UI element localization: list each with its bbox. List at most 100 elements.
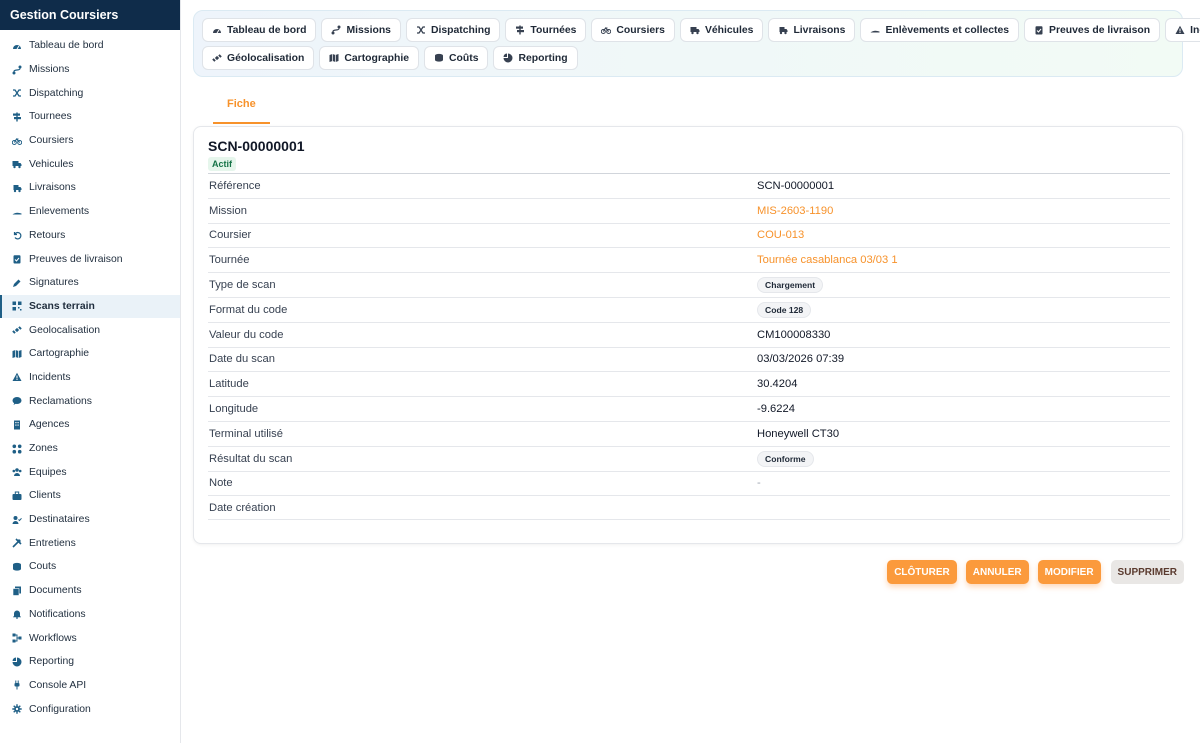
- detail-row: Format du code Code 128: [208, 296, 1170, 322]
- sidebar-item-signatures[interactable]: Signatures: [0, 271, 180, 295]
- quick-nav-label: Dispatching: [430, 24, 491, 36]
- sidebar-item-label: Configuration: [29, 703, 91, 715]
- sidebar-item-console-api[interactable]: Console API: [0, 674, 180, 698]
- quick-nav-label: Preuves de livraison: [1049, 24, 1151, 36]
- field-link[interactable]: MIS-2603-1190: [757, 205, 833, 217]
- quick-nav-row-1: Tableau de bord Missions Dispatching Tourné…: [202, 18, 1200, 42]
- quick-nav: Tableau de bord Missions Dispatching Tourné…: [193, 10, 1200, 77]
- pie-chart-icon: [503, 53, 513, 63]
- sidebar-item-geolocalisation[interactable]: Geolocalisation: [0, 318, 180, 342]
- quick-nav-dispatching-button[interactable]: Dispatching: [405, 18, 501, 42]
- sidebar-item-retours[interactable]: Retours: [0, 224, 180, 248]
- sidebar-item-clients[interactable]: Clients: [0, 484, 180, 508]
- bicycle-icon: [601, 25, 612, 35]
- quick-nav-label: Tournées: [530, 24, 577, 36]
- quick-nav-label: Livraisons: [793, 24, 846, 36]
- quick-nav-véhicules-button[interactable]: Véhicules: [679, 18, 764, 42]
- field-link[interactable]: COU-013: [757, 229, 804, 241]
- sidebar-item-reporting[interactable]: Reporting: [0, 650, 180, 674]
- sidebar-item-missions[interactable]: Missions: [0, 58, 180, 82]
- quick-nav-row-2: Géolocalisation Cartographie Coûts Reportin…: [202, 46, 1182, 70]
- tab-fiche[interactable]: Fiche: [213, 96, 270, 124]
- field-link[interactable]: Tournée casablanca 03/03 1: [757, 254, 898, 266]
- field-label: Terminal utilisé: [209, 427, 283, 440]
- sidebar-item-couts[interactable]: Couts: [0, 555, 180, 579]
- quick-nav-tournées-button[interactable]: Tournées: [505, 18, 587, 42]
- sidebar-item-cartographie[interactable]: Cartographie: [0, 342, 180, 366]
- quick-nav-reporting-button[interactable]: Reporting: [493, 46, 578, 70]
- sidebar-item-label: Workflows: [29, 632, 77, 644]
- field-value: CM100008330: [757, 328, 831, 341]
- sidebar-item-coursiers[interactable]: Coursiers: [0, 129, 180, 153]
- signature-icon: [12, 278, 22, 288]
- sidebar-item-dispatching[interactable]: Dispatching: [0, 81, 180, 105]
- sidebar-item-label: Cartographie: [29, 348, 90, 360]
- sidebar-item-workflows[interactable]: Workflows: [0, 626, 180, 650]
- satellite-icon: [12, 325, 22, 335]
- sidebar-item-label: Vehicules: [29, 158, 74, 170]
- sidebar-item-destinataires[interactable]: Destinataires: [0, 508, 180, 532]
- sidebar-item-configuration[interactable]: Configuration: [0, 697, 180, 721]
- sidebar-item-label: Signatures: [29, 277, 79, 289]
- quick-nav-preuves-de-livraison-button[interactable]: Preuves de livraison: [1024, 18, 1161, 42]
- detail-row: Type de scan Chargement: [208, 272, 1170, 297]
- dashboard-icon: [12, 41, 22, 51]
- sidebar-item-tournees[interactable]: Tournees: [0, 105, 180, 129]
- quick-nav-incidents-button[interactable]: Incidents: [1165, 18, 1200, 42]
- sidebar-item-tableau-de-bord[interactable]: Tableau de bord: [0, 34, 180, 58]
- bicycle-icon: [12, 136, 22, 146]
- sidebar-item-livraisons[interactable]: Livraisons: [0, 176, 180, 200]
- cancel-button[interactable]: ANNULER: [965, 560, 1029, 584]
- detail-row: Latitude 30.4204: [208, 371, 1170, 396]
- quick-nav-livraisons-button[interactable]: Livraisons: [768, 18, 856, 42]
- bell-icon: [12, 609, 22, 620]
- quick-nav-tableau-de-bord-button[interactable]: Tableau de bord: [202, 18, 317, 42]
- detail-row: Mission MIS-2603-1190: [208, 197, 1170, 223]
- quick-nav-missions-button[interactable]: Missions: [321, 18, 401, 42]
- sidebar-item-label: Entretiens: [29, 537, 76, 549]
- quick-nav-label: Coursiers: [616, 24, 665, 36]
- sidebar-item-label: Geolocalisation: [29, 324, 101, 336]
- field-label: Référence: [209, 179, 261, 192]
- sidebar-item-label: Livraisons: [29, 182, 76, 194]
- sidebar-item-label: Retours: [29, 229, 66, 241]
- close-button[interactable]: CLÔTURER: [887, 560, 957, 584]
- field-value: 03/03/2026 07:39: [757, 353, 845, 366]
- field-value: Honeywell CT30: [757, 427, 840, 440]
- quick-nav-enlèvements-et-collectes-button[interactable]: Enlèvements et collectes: [860, 18, 1020, 42]
- quick-nav-coursiers-button[interactable]: Coursiers: [591, 18, 675, 42]
- sidebar-item-reclamations[interactable]: Reclamations: [0, 389, 180, 413]
- sidebar-item-label: Reporting: [29, 656, 75, 668]
- sidebar-item-entretiens[interactable]: Entretiens: [0, 531, 180, 555]
- quick-nav-cartographie-button[interactable]: Cartographie: [319, 46, 420, 70]
- status-badge: Actif: [208, 157, 236, 171]
- sidebar-item-label: Documents: [29, 585, 82, 597]
- quick-nav-coûts-button[interactable]: Coûts: [424, 46, 489, 70]
- sidebar-item-preuves-de-livraison[interactable]: Preuves de livraison: [0, 247, 180, 271]
- documents-icon: [12, 586, 22, 596]
- sidebar-item-agences[interactable]: Agences: [0, 413, 180, 437]
- map-icon: [329, 53, 339, 63]
- undo-icon: [12, 230, 22, 240]
- edit-button[interactable]: MODIFIER: [1037, 560, 1101, 584]
- sidebar-item-notifications[interactable]: Notifications: [0, 603, 180, 627]
- warning-icon: [1175, 25, 1185, 35]
- detail-row: Terminal utilisé Honeywell CT30: [208, 420, 1170, 446]
- sidebar-item-label: Scans terrain: [29, 300, 95, 312]
- quick-nav-géolocalisation-button[interactable]: Géolocalisation: [202, 46, 315, 70]
- workflow-icon: [12, 633, 22, 643]
- sidebar-item-label: Clients: [29, 490, 61, 502]
- delete-button[interactable]: SUPPRIMER: [1110, 560, 1184, 584]
- sidebar-item-label: Reclamations: [29, 395, 92, 407]
- sidebar-item-zones[interactable]: Zones: [0, 437, 180, 461]
- sidebar-item-documents[interactable]: Documents: [0, 579, 180, 603]
- field-chip: Conforme: [757, 450, 814, 467]
- sidebar-item-equipes[interactable]: Equipes: [0, 460, 180, 484]
- sidebar-item-label: Zones: [29, 443, 58, 455]
- detail-row: Tournée Tournée casablanca 03/03 1: [208, 247, 1170, 272]
- sidebar-item-vehicules[interactable]: Vehicules: [0, 152, 180, 176]
- sidebar-item-scans-terrain[interactable]: Scans terrain: [0, 294, 180, 319]
- field-value: Chargement: [757, 277, 824, 294]
- sidebar-item-incidents[interactable]: Incidents: [0, 366, 180, 390]
- sidebar-item-enlevements[interactable]: Enlevements: [0, 200, 180, 224]
